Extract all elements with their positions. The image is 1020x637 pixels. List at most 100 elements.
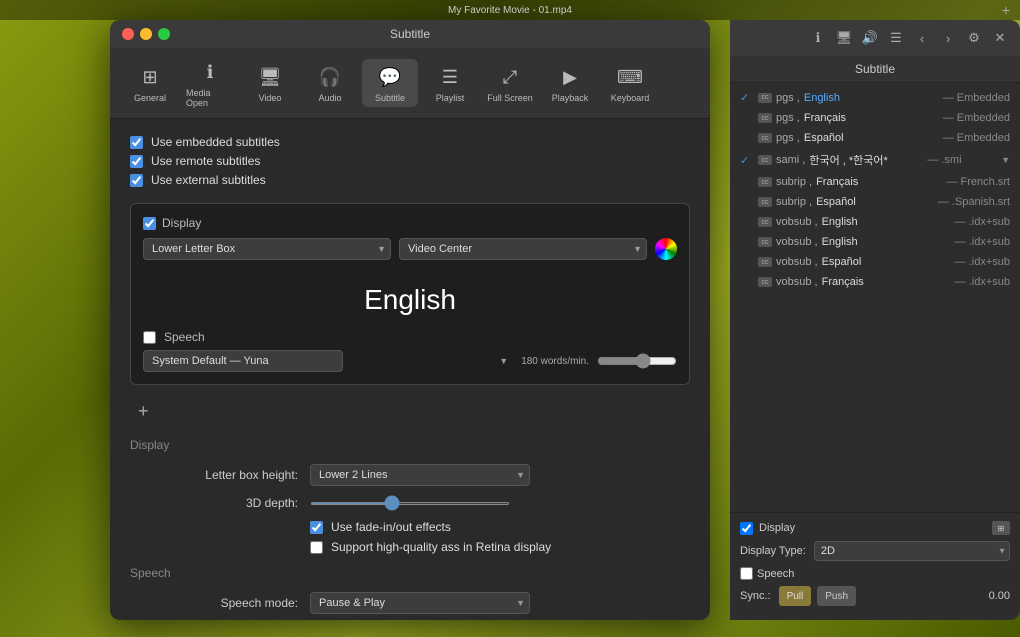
subtitle-format: vobsub ,: [776, 236, 818, 248]
embedded-checkbox[interactable]: [130, 136, 143, 149]
depth-slider[interactable]: [310, 502, 510, 505]
subtitle-list-item[interactable]: cc pgs , Español — Embedded: [730, 128, 1020, 148]
list-icon[interactable]: ☰: [886, 28, 906, 48]
maximize-button[interactable]: [158, 28, 170, 40]
letterbox-height-select-wrapper: Lower 2 Lines ▼: [310, 464, 530, 486]
subtitle-list-item[interactable]: cc pgs , Français — Embedded: [730, 108, 1020, 128]
subtitle-lang: English: [804, 92, 840, 104]
subtitle-list-item[interactable]: ✓ cc pgs , English — Embedded: [730, 87, 1020, 108]
rp-display-checkbox[interactable]: [740, 522, 753, 535]
toolbar-item-audio[interactable]: 🎧 Audio: [302, 59, 358, 107]
sync-controls: Pull Push: [779, 586, 856, 606]
sub-format-badge: cc: [758, 133, 772, 143]
toolbar-item-keyboard[interactable]: ⌨ Keyboard: [602, 59, 658, 107]
app-title: My Favorite Movie - 01.mp4: [10, 5, 1010, 16]
remote-label: Use remote subtitles: [151, 154, 260, 168]
close-panel-icon[interactable]: ✕: [990, 28, 1010, 48]
depth-row: 3D depth:: [130, 496, 690, 510]
info-icon[interactable]: ℹ: [808, 28, 828, 48]
screen-icon[interactable]: 🖥: [834, 28, 854, 48]
playback-icon: ▶: [556, 63, 584, 91]
rp-speech-checkbox[interactable]: [740, 567, 753, 580]
window-titlebar: Subtitle: [110, 20, 710, 48]
subtitle-icon: 💬: [376, 63, 404, 91]
speech-controls: System Default — Yuna ▼ 180 words/min.: [143, 350, 677, 372]
add-subtitle-button[interactable]: +: [130, 397, 157, 426]
videocenter-select[interactable]: Video Center: [399, 238, 647, 260]
sync-pull-button[interactable]: Pull: [779, 586, 812, 606]
toolbar-label-subtitle: Subtitle: [375, 93, 405, 103]
subtitle-list-item[interactable]: cc vobsub , Français — .idx+sub: [730, 272, 1020, 292]
letterbox-height-label: Letter box height:: [130, 468, 310, 482]
color-wheel-button[interactable]: [655, 238, 677, 260]
window-add-button[interactable]: +: [1002, 2, 1010, 18]
sync-push-button[interactable]: Push: [817, 586, 856, 606]
subtitle-lang: 한국어 , *한국어*: [809, 152, 887, 168]
letterbox-select[interactable]: Lower Letter Box: [143, 238, 391, 260]
speech-label-text: Speech: [164, 330, 205, 344]
subtitle-source: — .idx+sub: [955, 216, 1010, 228]
external-checkbox[interactable]: [130, 174, 143, 187]
audio-panel-icon[interactable]: 🔊: [860, 28, 880, 48]
subtitle-lang: Français: [804, 112, 846, 124]
speech-mode-control: Pause & Play ▼: [310, 592, 530, 614]
letterbox-height-select[interactable]: Lower 2 Lines: [310, 464, 530, 486]
retina-label: Support high-quality ass in Retina displ…: [331, 540, 551, 554]
speech-voice-select[interactable]: System Default — Yuna: [143, 350, 343, 372]
rp-display-row: Display ⊞: [740, 521, 1010, 535]
content-area: Use embedded subtitles Use remote subtit…: [110, 119, 710, 620]
rp-speech-checkbox-group: Speech: [740, 567, 794, 580]
remote-checkbox[interactable]: [130, 155, 143, 168]
general-icon: ⊞: [136, 63, 164, 91]
sub-format-badge: cc: [758, 217, 772, 227]
toolbar: ⊞ General ℹ Media Open 🖥 Video 🎧 Audio 💬…: [110, 48, 710, 119]
retina-checkbox[interactable]: [310, 541, 323, 554]
rp-display-type-label: Display Type:: [740, 545, 806, 557]
toolbar-label-keyboard: Keyboard: [611, 93, 650, 103]
right-panel-title: Subtitle: [730, 56, 1020, 83]
speech-checkbox[interactable]: [143, 331, 156, 344]
subtitle-source: — .Spanish.srt: [938, 196, 1010, 208]
subtitle-list-item[interactable]: ✓ cc sami , 한국어 , *한국어* — .smi ▼: [730, 148, 1020, 172]
display-checkbox[interactable]: [143, 217, 156, 230]
toolbar-label-mediaopen: Media Open: [186, 88, 234, 108]
minimize-button[interactable]: [140, 28, 152, 40]
toolbar-item-playback[interactable]: ▶ Playback: [542, 59, 598, 107]
fullscreen-icon: ⤢: [496, 63, 524, 91]
sub-format-badge: cc: [758, 257, 772, 267]
toolbar-item-fullscreen[interactable]: ⤢ Full Screen: [482, 59, 538, 107]
words-per-min: 180 words/min.: [521, 356, 589, 367]
rp-display-type-select[interactable]: 2D: [814, 541, 1010, 561]
app-titlebar: My Favorite Movie - 01.mp4 +: [0, 0, 1020, 20]
toolbar-item-video[interactable]: 🖥 Video: [242, 59, 298, 107]
subtitle-list-item[interactable]: cc subrip , Español — .Spanish.srt: [730, 192, 1020, 212]
fade-checkbox[interactable]: [310, 521, 323, 534]
subtitle-list-item[interactable]: cc subrip , Français — French.srt: [730, 172, 1020, 192]
subtitle-source: — .idx+sub: [955, 276, 1010, 288]
toolbar-label-fullscreen: Full Screen: [487, 93, 533, 103]
sub-format-badge: cc: [758, 237, 772, 247]
subtitle-source: — Embedded: [943, 112, 1010, 124]
toolbar-item-playlist[interactable]: ☰ Playlist: [422, 59, 478, 107]
rp-display-type-wrapper: 2D ▼: [814, 541, 1010, 561]
chevron-left-icon[interactable]: ‹: [912, 28, 932, 48]
toolbar-item-general[interactable]: ⊞ General: [122, 59, 178, 107]
settings-icon[interactable]: ⚙: [964, 28, 984, 48]
subtitle-list-item[interactable]: cc vobsub , English — .idx+sub: [730, 212, 1020, 232]
close-button[interactable]: [122, 28, 134, 40]
retina-row: Support high-quality ass in Retina displ…: [310, 540, 690, 554]
chevron-right-icon[interactable]: ›: [938, 28, 958, 48]
speech-voice-wrapper: System Default — Yuna ▼: [143, 350, 513, 372]
right-panel: ℹ 🖥 🔊 ☰ ‹ › ⚙ ✕ Subtitle ✓ cc pgs , Engl…: [730, 20, 1020, 620]
rp-sync-row: Sync.: Pull Push 0.00: [740, 586, 1010, 606]
subtitle-list-item[interactable]: cc vobsub , English — .idx+sub: [730, 232, 1020, 252]
toolbar-item-subtitle[interactable]: 💬 Subtitle: [362, 59, 418, 107]
subtitle-list-item[interactable]: cc vobsub , Español — .idx+sub: [730, 252, 1020, 272]
subtitle-format: pgs ,: [776, 132, 800, 144]
display-thumb-icon[interactable]: ⊞: [992, 521, 1010, 535]
speech-mode-select[interactable]: Pause & Play: [310, 592, 530, 614]
toolbar-item-mediaopen[interactable]: ℹ Media Open: [182, 54, 238, 112]
subtitle-format: pgs ,: [776, 92, 800, 104]
expand-arrow-icon: ▼: [1001, 155, 1010, 165]
speech-speed-slider[interactable]: [597, 353, 677, 369]
